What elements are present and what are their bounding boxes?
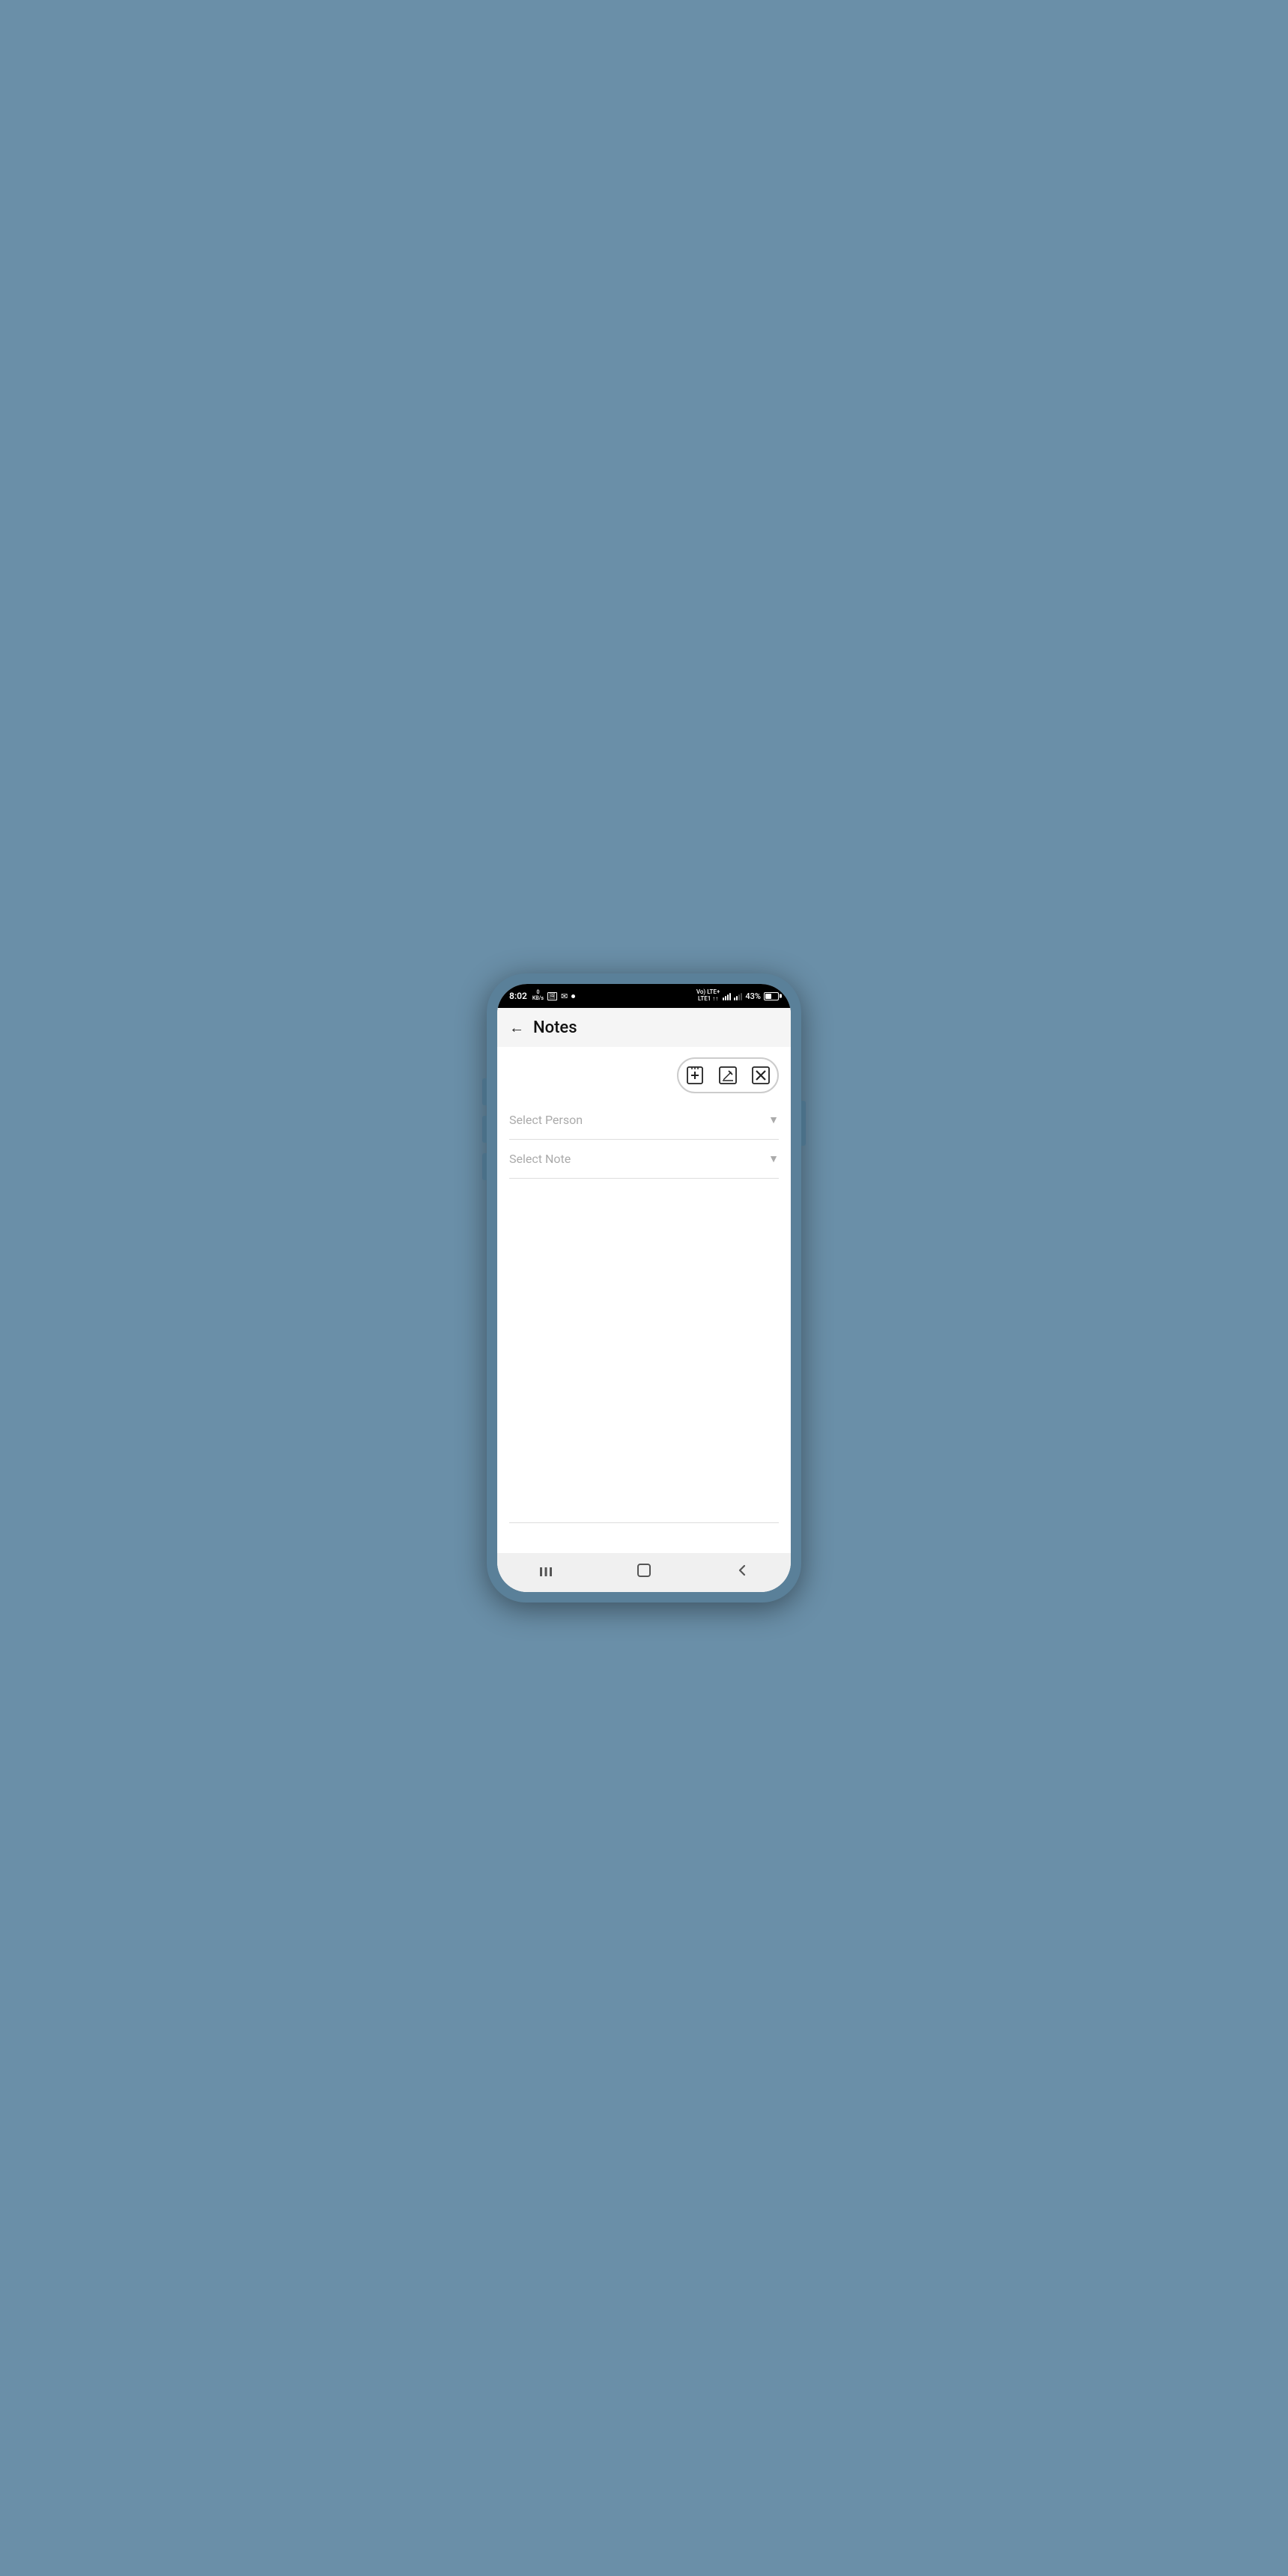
recent-apps-button[interactable]: [528, 1557, 564, 1584]
status-right: Vo) LTE+ LTE1 ↑↑ 43%: [696, 989, 779, 1003]
battery-percent: 43%: [745, 991, 761, 1001]
back-nav-icon: [735, 1563, 750, 1578]
toolbar-group: [677, 1057, 779, 1093]
signal-bars-2: [734, 991, 742, 1000]
home-button[interactable]: [626, 1557, 662, 1584]
select-person-dropdown[interactable]: Select Person ▼: [509, 1101, 779, 1140]
select-note-dropdown[interactable]: Select Note ▼: [509, 1140, 779, 1179]
status-bar: 8:02 0 KB/s 🖼 ✉ Vo) LTE+ LTE1 ↑↑: [497, 984, 791, 1008]
phone-frame: 8:02 0 KB/s 🖼 ✉ Vo) LTE+ LTE1 ↑↑: [487, 973, 801, 1603]
select-note-label: Select Note: [509, 1152, 571, 1166]
status-kb: 0 KB/s: [532, 990, 544, 1001]
dot-indicator: [571, 994, 575, 998]
page-title: Notes: [533, 1018, 577, 1037]
content-divider: [509, 1522, 779, 1523]
add-note-button[interactable]: [678, 1059, 711, 1092]
recent-apps-icon: [538, 1563, 553, 1578]
mail-icon: ✉: [561, 991, 568, 1001]
delete-button[interactable]: [744, 1059, 777, 1092]
home-icon: [636, 1562, 652, 1579]
dropdown-section: Select Person ▼ Select Note ▼: [497, 1101, 791, 1179]
chevron-down-icon-note: ▼: [768, 1152, 779, 1165]
app-content: ← Notes: [497, 1008, 791, 1553]
phone-screen: 8:02 0 KB/s 🖼 ✉ Vo) LTE+ LTE1 ↑↑: [497, 984, 791, 1592]
lte-label: Vo) LTE+ LTE1 ↑↑: [696, 989, 720, 1003]
nav-bar: [497, 1553, 791, 1592]
battery-icon: [764, 992, 779, 1000]
edit-button[interactable]: [711, 1059, 744, 1092]
top-bar: ← Notes: [497, 1008, 791, 1047]
signal-bars-1: [723, 991, 731, 1000]
back-nav-button[interactable]: [724, 1557, 760, 1584]
image-icon: 🖼: [547, 992, 557, 1000]
chevron-down-icon-person: ▼: [768, 1114, 779, 1126]
empty-content-area: [497, 1179, 791, 1522]
toolbar: [497, 1047, 791, 1101]
status-left: 8:02 0 KB/s 🖼 ✉: [509, 990, 575, 1001]
select-person-label: Select Person: [509, 1113, 583, 1127]
status-time: 8:02: [509, 991, 527, 1001]
back-button[interactable]: ←: [509, 1018, 524, 1037]
main-area: Select Person ▼ Select Note ▼: [497, 1047, 791, 1553]
close-icon: [751, 1066, 771, 1085]
add-note-icon: [685, 1066, 705, 1085]
edit-icon: [718, 1066, 738, 1085]
